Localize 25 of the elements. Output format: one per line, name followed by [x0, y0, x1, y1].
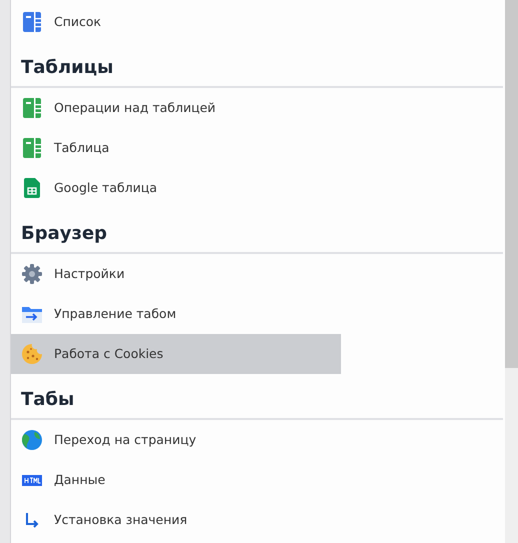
document-icon: [23, 98, 41, 118]
globe-icon: [22, 430, 42, 450]
list-item[interactable]: Таблица: [11, 128, 341, 168]
list-item[interactable]: Управление табом: [11, 294, 341, 334]
turn-arrow-icon: [24, 512, 40, 528]
document-icon: [23, 12, 41, 32]
scrollbar[interactable]: [505, 0, 518, 543]
cookie-icon: [22, 344, 42, 364]
list-item[interactable]: Переход на страницу: [11, 420, 341, 460]
code-tag-icon: [22, 474, 42, 486]
section-heading: Таблицы: [21, 56, 114, 80]
section-heading: Табы: [21, 388, 74, 412]
document-icon: [23, 138, 41, 158]
list-item[interactable]: Настройки: [11, 254, 341, 294]
scrollbar-thumb[interactable]: [505, 0, 518, 368]
gear-icon: [22, 264, 42, 284]
list-item[interactable]: Данные: [11, 460, 341, 500]
folder-arrow-icon: [22, 305, 42, 323]
list-item[interactable]: Операции над таблицей: [11, 88, 341, 128]
list-item[interactable]: Установка значения: [11, 500, 341, 540]
section-heading: Браузер: [21, 222, 108, 246]
list-item[interactable]: Google таблица: [11, 168, 341, 208]
list-item[interactable]: Список: [11, 2, 341, 42]
spreadsheet-icon: [24, 178, 40, 198]
list-item[interactable]: Работа с Cookies: [11, 334, 341, 374]
